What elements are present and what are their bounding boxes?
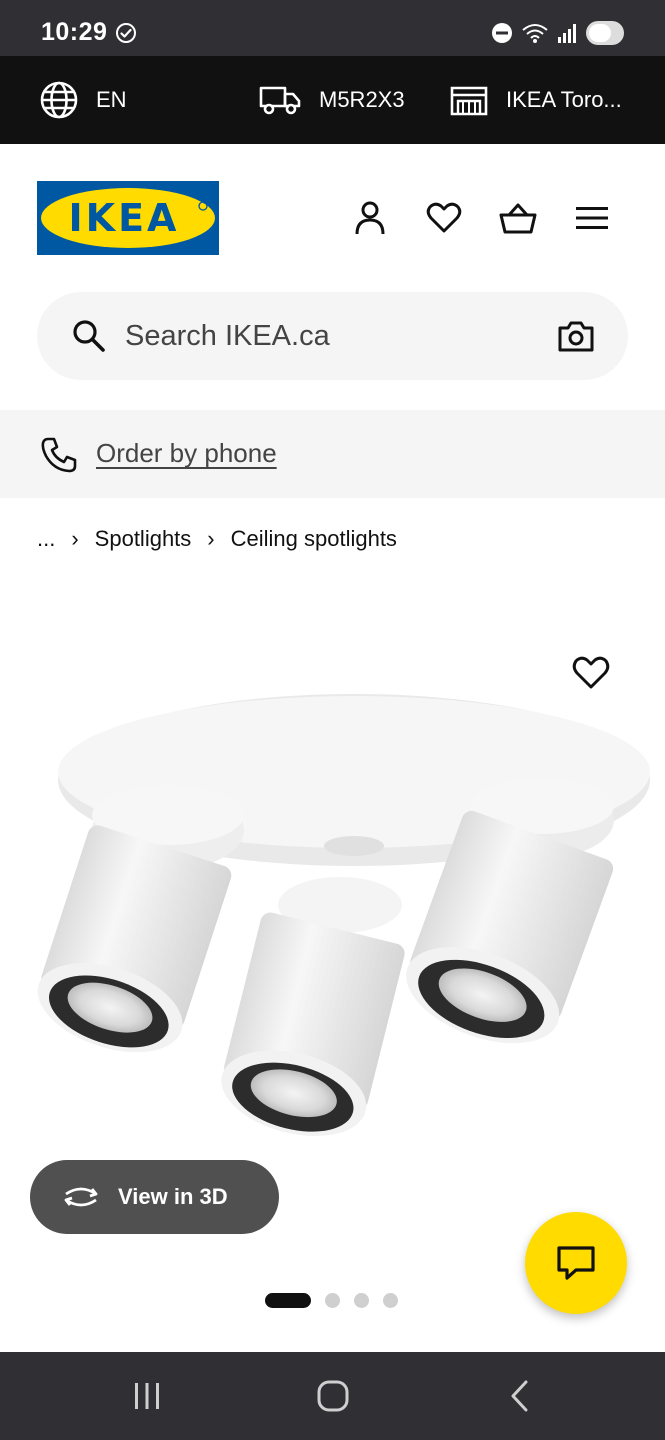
recent-apps-button[interactable] bbox=[125, 1374, 169, 1418]
status-time: 10:29 bbox=[41, 18, 108, 46]
back-icon bbox=[511, 1380, 528, 1412]
chevron-right-icon: › bbox=[207, 526, 215, 551]
check-circle-icon bbox=[116, 23, 136, 43]
cart-button[interactable] bbox=[496, 196, 540, 240]
view-in-3d-label: View in 3D bbox=[118, 1184, 228, 1209]
header-actions bbox=[348, 196, 618, 240]
order-by-phone-link[interactable]: Order by phone bbox=[96, 438, 277, 469]
order-by-phone-banner: Order by phone bbox=[0, 410, 665, 498]
globe-icon bbox=[40, 81, 78, 119]
breadcrumb-ceiling-spotlights[interactable]: Ceiling spotlights bbox=[231, 526, 397, 552]
search-input[interactable] bbox=[125, 312, 525, 360]
language-selector[interactable]: EN bbox=[40, 56, 127, 144]
rotate-3d-icon bbox=[64, 1187, 98, 1207]
home-button[interactable] bbox=[311, 1374, 355, 1418]
gallery-pagination bbox=[265, 1292, 398, 1308]
wifi-icon bbox=[522, 24, 548, 43]
gallery-dot[interactable] bbox=[383, 1292, 398, 1308]
gallery-dot[interactable] bbox=[265, 1292, 311, 1308]
chat-icon bbox=[557, 1246, 595, 1280]
phone-icon bbox=[41, 437, 77, 473]
back-button[interactable] bbox=[498, 1374, 542, 1418]
breadcrumb-spotlights[interactable]: Spotlights bbox=[95, 526, 192, 552]
view-in-3d-button[interactable]: View in 3D bbox=[30, 1160, 279, 1234]
camera-icon[interactable] bbox=[557, 318, 595, 354]
gallery-dot[interactable] bbox=[325, 1292, 340, 1308]
breadcrumb: ... › Spotlights › Ceiling spotlights bbox=[37, 524, 397, 554]
delivery-postal-code[interactable]: M5R2X3 bbox=[259, 56, 405, 144]
postal-code-label: M5R2X3 bbox=[319, 87, 405, 112]
add-to-favourites-icon[interactable] bbox=[571, 653, 611, 693]
account-button[interactable] bbox=[348, 196, 392, 240]
product-image[interactable] bbox=[0, 610, 665, 1210]
status-bar: 10:29 bbox=[0, 0, 665, 56]
home-icon bbox=[317, 1380, 349, 1412]
top-utility-bar: EN M5R2X3 IKEA Toro... bbox=[0, 56, 665, 144]
breadcrumb-ellipsis[interactable]: ... bbox=[37, 526, 55, 552]
signal-icon bbox=[558, 24, 576, 43]
store-icon bbox=[450, 86, 488, 116]
language-label: EN bbox=[96, 87, 127, 112]
menu-icon bbox=[576, 207, 608, 229]
wishlist-button[interactable] bbox=[422, 196, 466, 240]
menu-button[interactable] bbox=[570, 196, 614, 240]
chevron-right-icon: › bbox=[71, 526, 79, 551]
system-navigation-bar bbox=[0, 1352, 665, 1440]
svg-text:IKEA: IKEA bbox=[69, 196, 180, 240]
search-icon bbox=[73, 320, 105, 352]
do-not-disturb-icon bbox=[492, 23, 512, 43]
recent-apps-icon bbox=[135, 1383, 159, 1409]
account-icon bbox=[355, 201, 385, 235]
chat-button[interactable] bbox=[525, 1212, 627, 1314]
store-label: IKEA Toro... bbox=[506, 87, 622, 112]
heart-icon bbox=[426, 202, 462, 233]
ikea-logo[interactable]: IKEA bbox=[37, 181, 219, 255]
cart-icon bbox=[499, 203, 537, 234]
truck-icon bbox=[259, 86, 301, 115]
battery-icon bbox=[586, 21, 624, 45]
store-selector[interactable]: IKEA Toro... bbox=[450, 56, 622, 144]
gallery-dot[interactable] bbox=[354, 1292, 369, 1308]
search-bar[interactable] bbox=[37, 292, 628, 380]
